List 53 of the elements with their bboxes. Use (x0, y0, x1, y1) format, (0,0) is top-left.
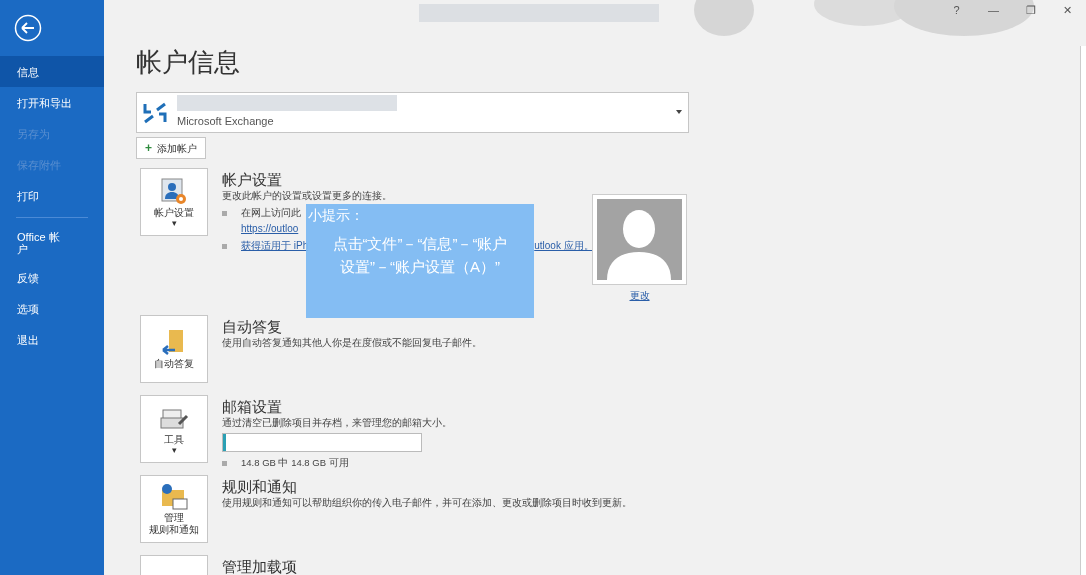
app-link[interactable]: utlook 应用。 (534, 239, 594, 253)
section-description: 通过清空已删除项目并存档，来管理您的邮箱大小。 (222, 416, 452, 430)
account-dropdown[interactable]: Microsoft Exchange (136, 92, 689, 133)
section-title: 管理加载项 (222, 558, 297, 575)
account-settings-icon (159, 176, 189, 207)
bullet-icon (222, 244, 227, 249)
close-button[interactable]: ✕ (1049, 0, 1086, 20)
storage-reading: 14.8 GB 中 14.8 GB 可用 (241, 456, 349, 470)
sidebar-item[interactable]: Office 帐户 (0, 224, 104, 262)
scrollbar[interactable] (1080, 46, 1086, 575)
tile-label: 自动答复 (154, 358, 194, 370)
section-title: 帐户设置 (222, 171, 282, 189)
sidebar-item[interactable]: 打印 (0, 180, 104, 211)
bullet-text: 在网上访问此 (241, 206, 301, 220)
sidebar-item[interactable]: 打开和导出 (0, 87, 104, 118)
minimize-button[interactable]: — (975, 0, 1012, 20)
restore-button[interactable]: ❐ (1012, 0, 1049, 20)
section-tile[interactable]: 自动答复 (140, 315, 208, 383)
page-title: 帐户信息 (136, 46, 240, 78)
account-type: Microsoft Exchange (177, 114, 275, 130)
section-tile[interactable]: 帐户设置 ▾ (140, 168, 208, 236)
person-silhouette-icon (597, 199, 682, 280)
caret-icon (676, 110, 682, 114)
add-account-button[interactable]: + 添加帐户 (136, 137, 206, 159)
app-link[interactable]: 获得适用于 iPh (241, 239, 309, 253)
sidebar-item[interactable]: 信息 (0, 56, 104, 87)
web-link[interactable]: https://outloo (241, 222, 299, 236)
section-tile[interactable]: 工具 ▾ (140, 395, 208, 463)
sidebar-item[interactable]: 退出 (0, 324, 104, 355)
section-description: 更改此帐户的设置或设置更多的连接。 (222, 189, 392, 203)
caret-icon: ▾ (171, 445, 177, 455)
bullet-icon (222, 460, 227, 466)
sidebar-item[interactable]: 反馈 (0, 262, 104, 293)
bullet-icon (222, 211, 227, 216)
section-title: 规则和通知 (222, 478, 297, 496)
tile-label: 管理 (164, 512, 184, 524)
change-link[interactable]: 更改 (629, 289, 650, 304)
section-description: 使用规则和通知可以帮助组织你的传入电子邮件，并可在添加、更改或删除项目时收到更新。 (222, 496, 632, 510)
tile-label: 规则和通知 (149, 524, 199, 536)
caret-icon: ▾ (171, 218, 177, 228)
sidebar-item[interactable]: 选项 (0, 293, 104, 324)
section-title: 邮箱设置 (222, 398, 282, 416)
hint-text: 点击“文件”－“信息”－“账户设置”－“账户设置（A）” (331, 234, 509, 277)
exchange-icon (143, 101, 167, 124)
rules-icon (159, 482, 189, 512)
help-button[interactable]: ? (938, 0, 975, 20)
back-icon[interactable] (14, 14, 42, 42)
section-tile[interactable]: 管理 规则和通知 (140, 475, 208, 543)
tile-label: 工具 (164, 433, 184, 446)
hint-title: 小提示： (308, 206, 364, 224)
section-description: 使用自动答复通知其他人你是在度假或不能回复电子邮件。 (222, 336, 482, 350)
tile-label: 帐户设置 (154, 206, 194, 219)
section-title: 自动答复 (222, 318, 282, 336)
